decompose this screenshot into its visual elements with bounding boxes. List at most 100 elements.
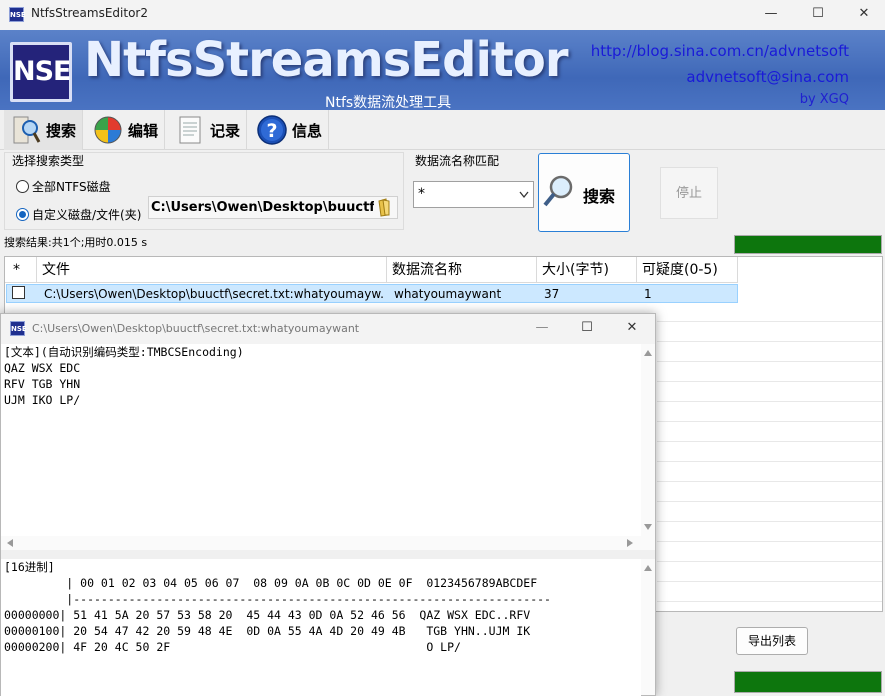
grid-line — [657, 381, 882, 382]
col-header-suspicion[interactable]: 可疑度(0-5) — [637, 257, 738, 283]
toolbar-search-label: 搜索 — [46, 121, 77, 140]
title-bar: NSE NtfsStreamsEditor2 — ☐ ✕ — [0, 0, 885, 30]
radio-custom-path[interactable]: 自定义磁盘/文件(夹) — [16, 206, 141, 223]
grid-line — [657, 321, 882, 322]
radio-all-disks[interactable]: 全部NTFS磁盘 — [16, 178, 111, 195]
toolbar-log-label: 记录 — [210, 121, 241, 140]
export-list-button[interactable]: 导出列表 — [736, 627, 808, 655]
search-button[interactable]: 搜索 — [538, 153, 630, 232]
hex-row: 00000200| 4F 20 4C 50 2F O LP/ — [4, 640, 461, 654]
grid-line — [657, 361, 882, 362]
maximize-button[interactable]: ☐ — [795, 0, 841, 30]
viewer-title-bar: NSE C:\Users\Owen\Desktop\buuctf\secret.… — [1, 314, 655, 344]
blog-link[interactable]: http://blog.sina.com.cn/advnetsoft — [591, 42, 849, 60]
text-content-area[interactable]: [文本](自动识别编码类型:TMBCSEncoding) QAZ WSX EDC… — [1, 344, 641, 550]
grid-line — [657, 541, 882, 542]
radio-all-label: 全部NTFS磁盘 — [32, 180, 111, 194]
window-title: NtfsStreamsEditor2 — [31, 6, 148, 20]
text-header: [文本](自动识别编码类型:TMBCSEncoding) — [4, 345, 244, 359]
viewer-minimize-button[interactable]: — — [519, 314, 565, 344]
app-icon: NSE — [9, 7, 26, 22]
scroll-up-arrow-icon[interactable] — [644, 350, 652, 356]
hex-column-header: | 00 01 02 03 04 05 06 07 08 09 0A 0B 0C… — [4, 576, 538, 590]
toolbar-info-tab[interactable]: ? 信息 — [250, 110, 330, 150]
toolbar-edit-label: 编辑 — [128, 121, 159, 140]
hex-vertical-scrollbar[interactable] — [641, 559, 655, 695]
col-header-stream[interactable]: 数据流名称 — [387, 257, 537, 283]
grid-line — [657, 461, 882, 462]
hex-content-area[interactable]: [16进制] | 00 01 02 03 04 05 06 07 08 09 0… — [1, 559, 641, 696]
hex-separator: |---------------------------------------… — [4, 592, 551, 606]
stream-name-match-combo[interactable]: * — [413, 181, 534, 208]
text-line: RFV TGB YHN — [4, 377, 81, 391]
grid-line — [657, 481, 882, 482]
grid-line — [657, 501, 882, 502]
minimize-button[interactable]: — — [748, 0, 794, 30]
bottom-progress-bar — [734, 671, 882, 693]
scroll-right-arrow-icon[interactable] — [627, 539, 633, 547]
text-line: UJM IKO LP/ — [4, 393, 81, 407]
search-type-title: 选择搜索类型 — [12, 154, 85, 168]
chevron-down-icon — [519, 191, 529, 199]
toolbar-edit-tab[interactable]: 编辑 — [86, 110, 166, 150]
grid-line — [657, 401, 882, 402]
pane-splitter[interactable] — [1, 550, 655, 559]
viewer-maximize-button[interactable]: ☐ — [564, 314, 610, 344]
hex-header: [16进制] — [4, 560, 55, 574]
match-title: 数据流名称匹配 — [415, 154, 500, 168]
magnifier-icon — [543, 175, 573, 207]
svg-text:?: ? — [266, 120, 277, 142]
cell-file: C:\Users\Owen\Desktop\buuctf\secret.txt:… — [44, 287, 385, 301]
col-header-check[interactable]: * — [5, 257, 37, 283]
grid-line — [657, 421, 882, 422]
text-horizontal-scrollbar[interactable] — [1, 536, 641, 550]
progress-bar — [734, 235, 882, 254]
close-button[interactable]: ✕ — [841, 0, 885, 30]
email-link[interactable]: advnetsoft@sina.com — [686, 68, 849, 86]
hex-row: 00000000| 51 41 5A 20 57 53 58 20 45 44 … — [4, 608, 531, 622]
radio-all-indicator[interactable] — [16, 180, 29, 193]
viewer-app-icon: NSE — [10, 321, 27, 336]
grid-line — [657, 561, 882, 562]
viewer-close-button[interactable]: ✕ — [609, 314, 655, 344]
info-icon: ? — [257, 115, 287, 145]
radio-custom-label: 自定义磁盘/文件(夹) — [32, 208, 142, 222]
author-credit: by XGQ — [799, 92, 849, 107]
col-header-size[interactable]: 大小(字节) — [537, 257, 637, 283]
banner: NSE NtfsStreamsEditor Ntfs数据流处理工具 http:/… — [0, 30, 885, 110]
toolbar-info-label: 信息 — [292, 121, 323, 140]
notepad-icon — [179, 116, 201, 144]
grid-line — [657, 441, 882, 442]
app-subtitle: Ntfs数据流处理工具 — [325, 95, 452, 110]
grid-line — [657, 581, 882, 582]
stream-viewer-window[interactable]: NSE C:\Users\Owen\Desktop\buuctf\secret.… — [0, 313, 656, 696]
nse-logo: NSE — [10, 42, 72, 102]
row-checkbox[interactable] — [12, 286, 25, 299]
path-input[interactable]: C:\Users\Owen\Desktop\buuctf — [148, 196, 398, 219]
scroll-left-arrow-icon[interactable] — [7, 539, 13, 547]
toolbar-log-tab[interactable]: 记录 — [168, 110, 248, 150]
search-result-status: 搜索结果:共1个;用时0.015 s — [4, 236, 148, 249]
viewer-title: C:\Users\Owen\Desktop\buuctf\secret.txt:… — [32, 322, 360, 335]
magnifier-paper-icon — [13, 116, 41, 144]
col-header-file[interactable]: 文件 — [37, 257, 387, 283]
text-line: QAZ WSX EDC — [4, 361, 81, 375]
folder-browse-icon[interactable] — [374, 197, 396, 218]
stop-button[interactable]: 停止 — [660, 167, 718, 219]
toolbar-search-tab[interactable]: 搜索 — [4, 110, 84, 150]
grid-line — [657, 521, 882, 522]
radio-custom-indicator[interactable] — [16, 208, 29, 221]
match-value: * — [418, 186, 425, 202]
search-button-label: 搜索 — [583, 187, 616, 206]
hex-row: 00000100| 20 54 47 42 20 59 48 4E 0D 0A … — [4, 624, 531, 638]
grid-line — [657, 601, 882, 602]
cell-stream: whatyoumaywant — [394, 287, 502, 301]
cell-size: 37 — [544, 287, 560, 301]
text-vertical-scrollbar[interactable] — [641, 344, 655, 550]
hex-scroll-up-arrow-icon[interactable] — [644, 565, 652, 571]
toolbar: 搜索 编辑 记录 ? 信息 — [0, 110, 885, 150]
app-name-title: NtfsStreamsEditor — [84, 32, 568, 88]
scroll-down-arrow-icon[interactable] — [644, 524, 652, 530]
cell-suspicion: 1 — [644, 287, 652, 301]
colorful-globe-icon — [94, 116, 122, 144]
